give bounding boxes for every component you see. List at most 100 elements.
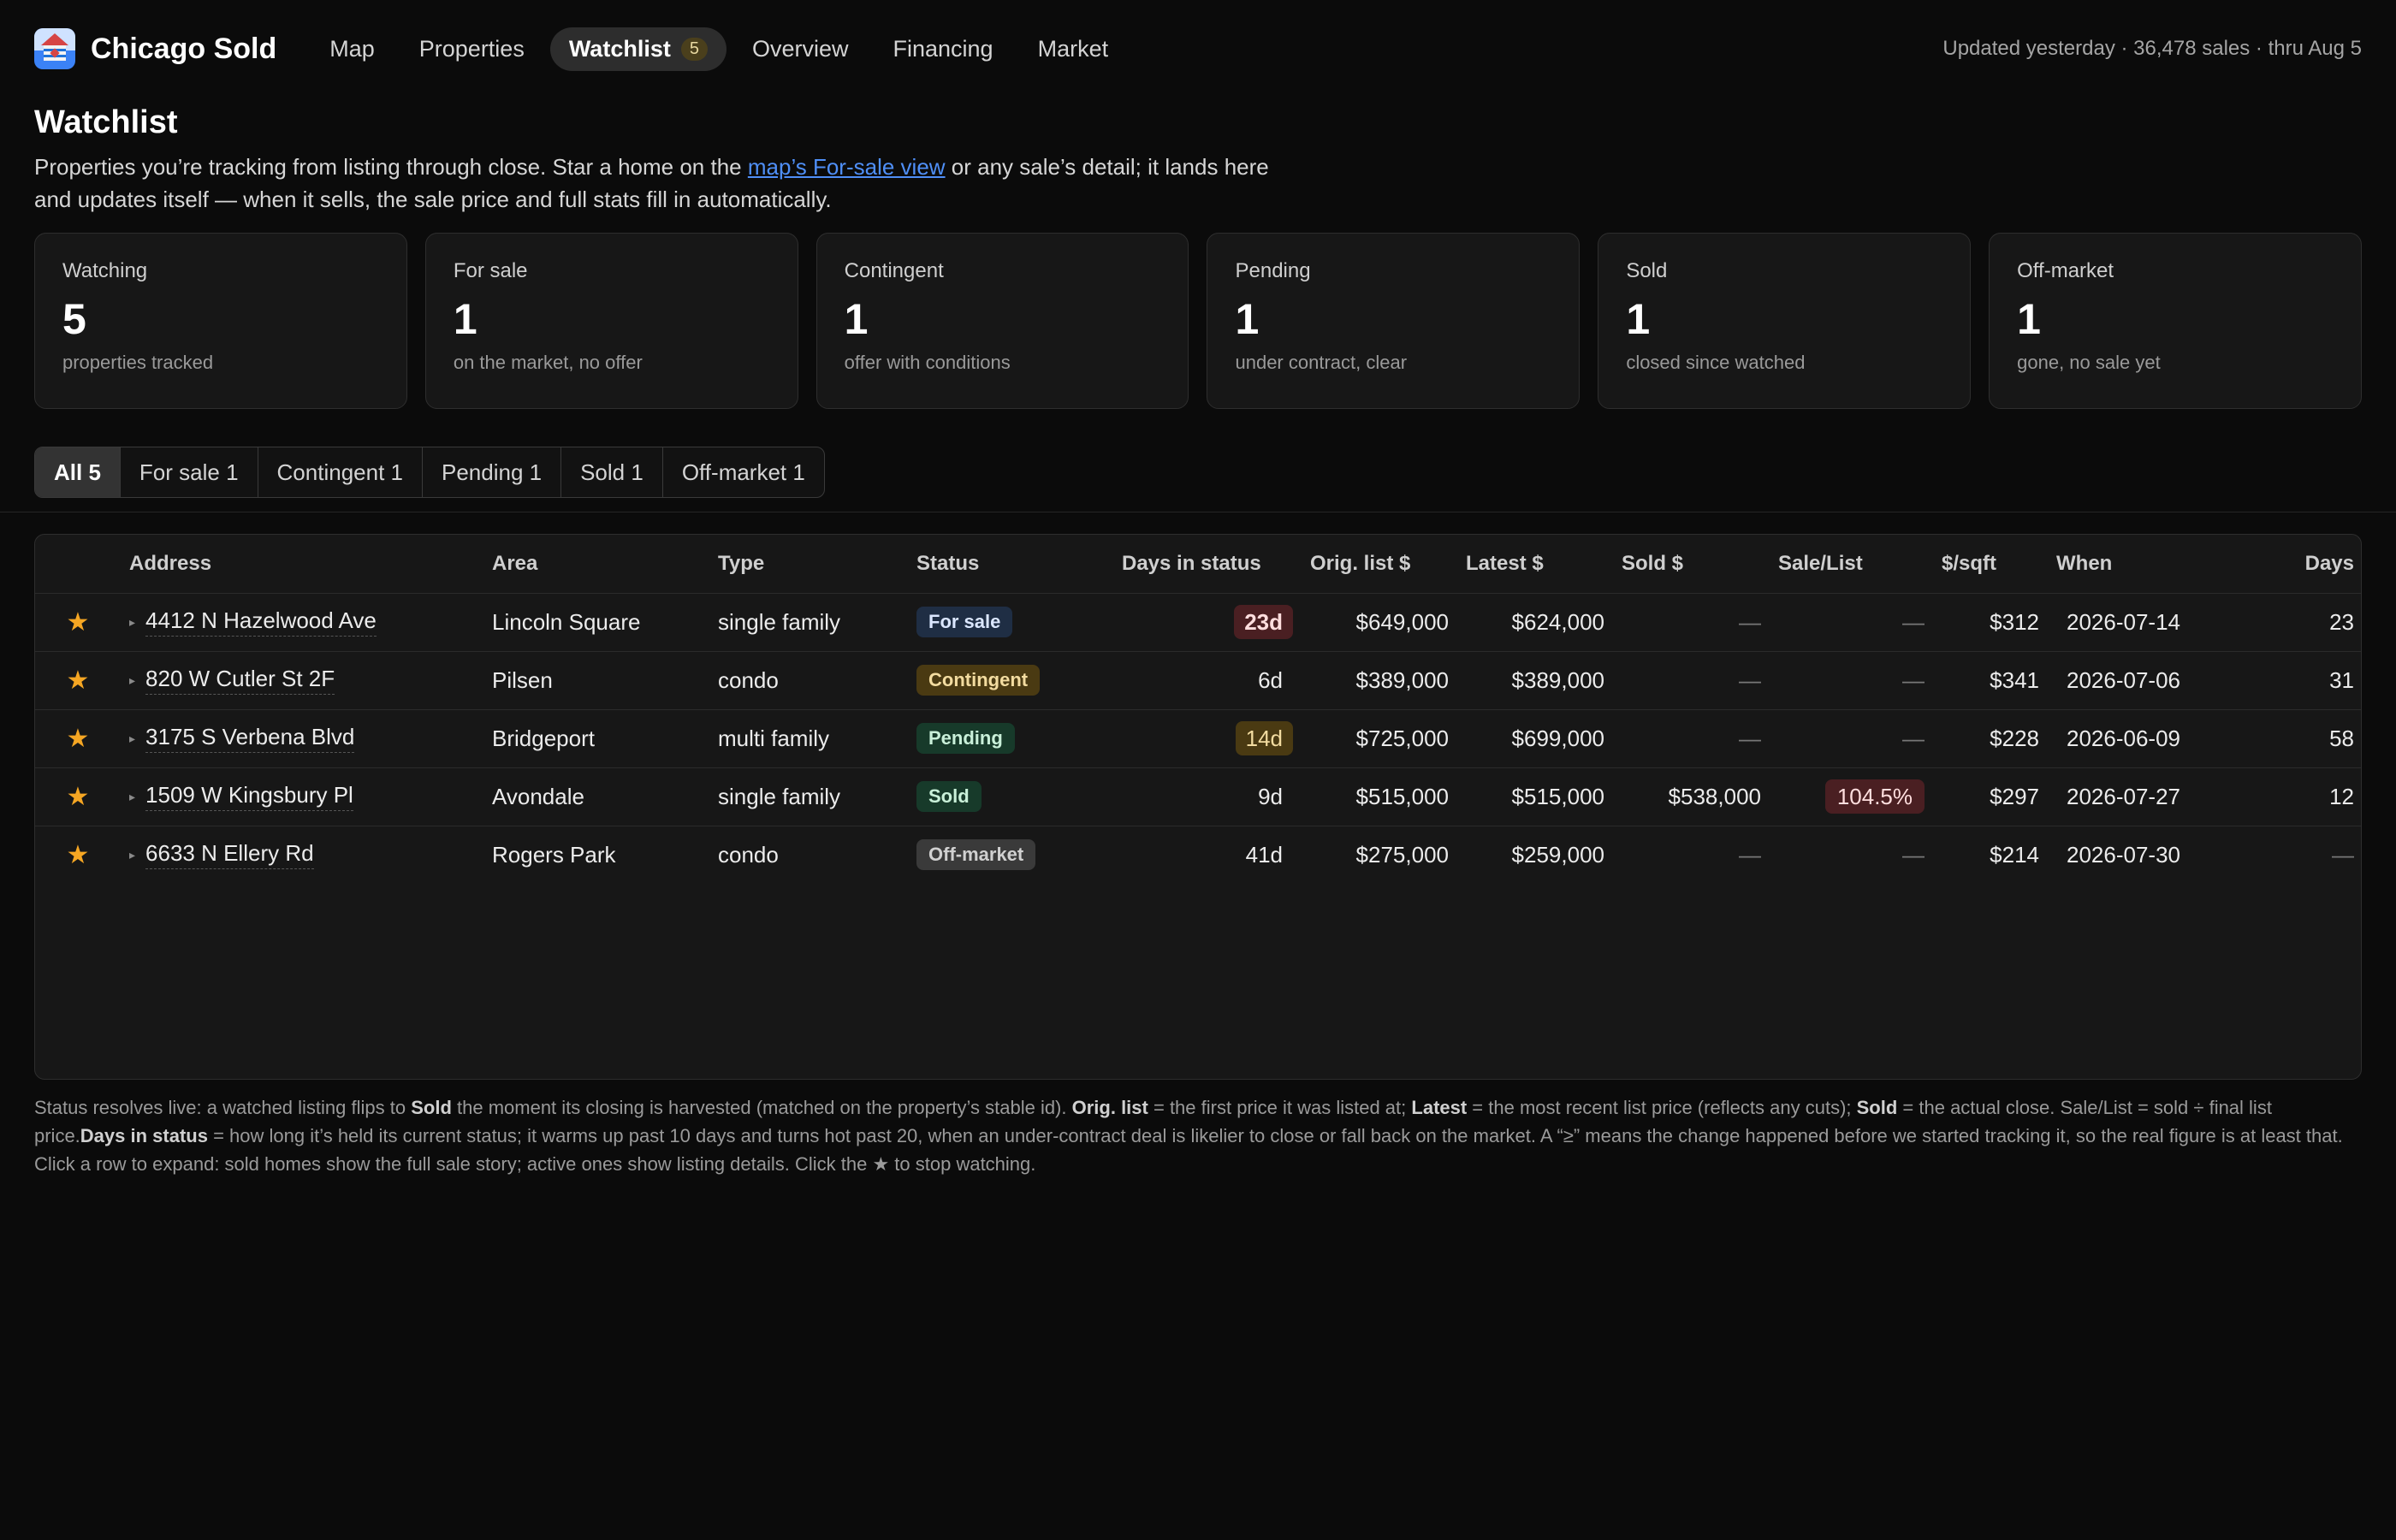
filter-for-sale[interactable]: For sale 1 [121, 447, 258, 497]
column-header-when[interactable]: When [2048, 535, 2234, 594]
latest-price-cell: $699,000 [1457, 709, 1613, 768]
table-row[interactable]: ★ ▸ 6633 N Ellery Rd Rogers Park condo Of… [35, 826, 2361, 884]
table-row[interactable]: ★ ▸ 4412 N Hazelwood Ave Lincoln Square s… [35, 593, 2361, 652]
star-icon[interactable]: ★ [35, 826, 121, 884]
address-text[interactable]: 4412 N Hazelwood Ave [145, 607, 377, 637]
filter-contingent[interactable]: Contingent 1 [258, 447, 423, 497]
main-nav: Map Properties Watchlist 5 Overview Fina… [311, 27, 1127, 71]
nav-label: Financing [893, 35, 993, 62]
card-value: 1 [2017, 295, 2041, 343]
expand-caret-icon[interactable]: ▸ [129, 732, 135, 746]
address-cell[interactable]: ▸ 3175 S Verbena Blvd [121, 709, 483, 768]
column-header-area[interactable]: Area [483, 535, 709, 594]
star-icon[interactable]: ★ [35, 709, 121, 768]
address-cell[interactable]: ▸ 1509 W Kingsbury Pl [121, 767, 483, 826]
top-bar: Chicago Sold Map Properties Watchlist 5 … [34, 24, 2362, 74]
status-badge: For sale [916, 607, 1013, 637]
filter-sold[interactable]: Sold 1 [561, 447, 663, 497]
card-sold: Sold 1 closed since watched [1598, 233, 1972, 409]
column-header-days[interactable]: Days [2234, 535, 2361, 594]
expand-caret-icon[interactable]: ▸ [129, 673, 135, 688]
nav-watchlist[interactable]: Watchlist 5 [549, 27, 727, 71]
star-icon[interactable]: ★ [35, 593, 121, 652]
type-cell: condo [718, 841, 779, 868]
sale-list-badge: 104.5% [1824, 779, 1925, 814]
card-subtext: closed since watched [1626, 352, 1806, 373]
status-cell: Contingent [908, 651, 1113, 710]
column-header-address[interactable]: Address [121, 535, 483, 594]
card-label: Watching [62, 259, 148, 282]
expand-caret-icon[interactable]: ▸ [129, 848, 135, 862]
table-row[interactable]: ★ ▸ 820 W Cutler St 2F Pilsen condo Conti… [35, 651, 2361, 710]
sale-list-cell: — [1770, 593, 1933, 652]
expand-caret-icon[interactable]: ▸ [129, 615, 135, 630]
page-intro: Properties you’re tracking from listing … [34, 151, 1301, 216]
nav-label: Overview [751, 35, 849, 62]
filter-off-market[interactable]: Off-market 1 [663, 447, 824, 497]
footnote-text: = the first price it was listed at; [1148, 1097, 1412, 1118]
map-for-sale-link[interactable]: map’s For-sale view [748, 154, 946, 180]
star-icon[interactable]: ★ [35, 651, 121, 710]
address-text[interactable]: 1509 W Kingsbury Pl [145, 782, 353, 811]
address-cell[interactable]: ▸ 4412 N Hazelwood Ave [121, 593, 483, 652]
status-badge: Off-market [916, 839, 1036, 871]
nav-map[interactable]: Map [311, 27, 394, 71]
days-in-status-value: 41d [1245, 841, 1283, 868]
column-header-latest[interactable]: Latest $ [1457, 535, 1613, 594]
area-cell: Bridgeport [483, 709, 709, 768]
address-text[interactable]: 820 W Cutler St 2F [145, 666, 335, 695]
address-text[interactable]: 6633 N Ellery Rd [145, 840, 314, 870]
column-header-orig-list[interactable]: Orig. list $ [1302, 535, 1457, 594]
card-value: 1 [844, 295, 869, 343]
price-per-sqft-cell: $297 [1933, 767, 2048, 826]
brand[interactable]: Chicago Sold [34, 28, 276, 69]
card-subtext: gone, no sale yet [2017, 352, 2161, 373]
days-cell: 12 [2234, 767, 2361, 826]
star-icon[interactable]: ★ [35, 767, 121, 826]
expand-caret-icon[interactable]: ▸ [129, 790, 135, 804]
summary-cards: Watching 5 properties tracked For sale 1… [34, 233, 2362, 409]
column-header-status[interactable]: Status [908, 535, 1113, 594]
status-cell: Off-market [908, 826, 1113, 884]
days-cell: 58 [2234, 709, 2361, 768]
footnote-text: Status resolves live: a watched listing … [34, 1097, 412, 1118]
column-header-sale-list[interactable]: Sale/List [1770, 535, 1933, 594]
days-cell: — [2332, 841, 2354, 868]
column-header-sold[interactable]: Sold $ [1613, 535, 1770, 594]
area-cell: Pilsen [483, 651, 709, 710]
when-cell: 2026-07-14 [2048, 593, 2234, 652]
latest-price-cell: $515,000 [1457, 767, 1613, 826]
price-per-sqft-cell: $341 [1933, 651, 2048, 710]
card-label: For sale [453, 259, 528, 282]
table-header-row: Address Area Type Status Days in status … [35, 535, 2361, 594]
days-cell: 23 [2234, 593, 2361, 652]
filter-all[interactable]: All 5 [35, 447, 121, 497]
nav-financing[interactable]: Financing [875, 27, 1012, 71]
address-cell[interactable]: ▸ 6633 N Ellery Rd [121, 826, 483, 884]
type-cell: single family [709, 593, 908, 652]
area-cell: Avondale [483, 767, 709, 826]
card-watching: Watching 5 properties tracked [34, 233, 407, 409]
nav-label: Properties [418, 35, 525, 62]
app-name: Chicago Sold [91, 32, 277, 65]
orig-list-cell: $389,000 [1302, 651, 1457, 710]
latest-price-cell: $259,000 [1511, 841, 1604, 868]
card-label: Contingent [844, 259, 944, 282]
column-header-price-per-sqft[interactable]: $/sqft [1933, 535, 2048, 594]
table-row[interactable]: ★ ▸ 3175 S Verbena Blvd Bridgeport multi … [35, 709, 2361, 768]
nav-properties[interactable]: Properties [400, 27, 543, 71]
column-header-type[interactable]: Type [709, 535, 908, 594]
column-header-days-in-status[interactable]: Days in status [1113, 535, 1302, 594]
nav-overview[interactable]: Overview [733, 27, 868, 71]
card-value: 1 [1626, 295, 1651, 343]
address-cell[interactable]: ▸ 820 W Cutler St 2F [121, 651, 483, 710]
orig-list-cell: $275,000 [1355, 841, 1449, 868]
days-in-status-value: 9d [1258, 783, 1283, 809]
nav-market[interactable]: Market [1019, 27, 1128, 71]
status-cell: Sold [908, 767, 1113, 826]
legend-footnote: Status resolves live: a watched listing … [34, 1093, 2362, 1178]
latest-price-cell: $389,000 [1457, 651, 1613, 710]
filter-pending[interactable]: Pending 1 [423, 447, 562, 497]
address-text[interactable]: 3175 S Verbena Blvd [145, 724, 355, 753]
table-row[interactable]: ★ ▸ 1509 W Kingsbury Pl Avondale single f… [35, 767, 2361, 826]
